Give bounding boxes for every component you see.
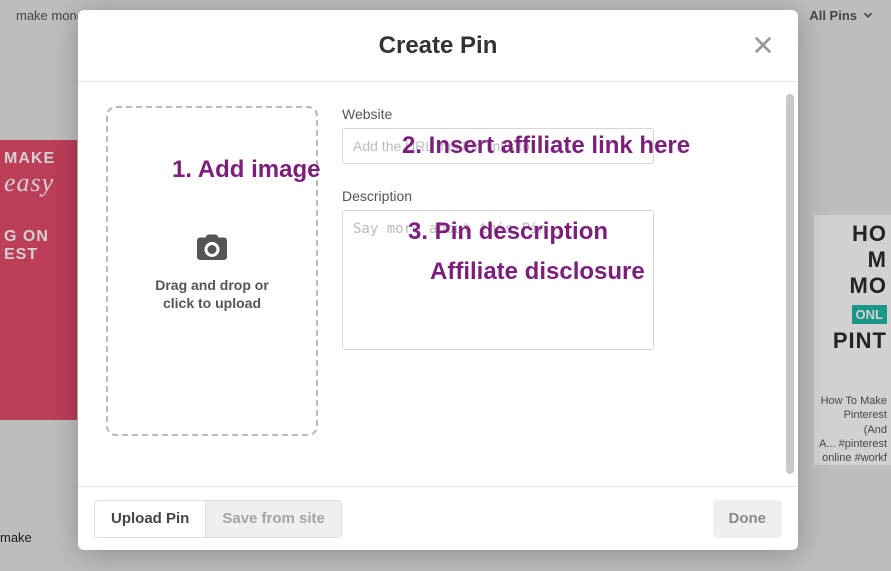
modal-body: Drag and drop or click to upload Website… (78, 82, 798, 486)
dropzone-text: Drag and drop or click to upload (155, 276, 269, 312)
upload-dropzone[interactable]: Drag and drop or click to upload (106, 106, 318, 436)
upload-pin-button[interactable]: Upload Pin (94, 500, 206, 538)
modal-header: Create Pin (78, 10, 798, 82)
website-input[interactable] (342, 128, 654, 164)
modal-title: Create Pin (379, 32, 498, 60)
description-textarea[interactable] (342, 210, 654, 350)
camera-icon (194, 230, 230, 266)
modal-footer: Upload Pin Save from site Done (78, 486, 798, 550)
description-label: Description (342, 188, 758, 204)
create-pin-modal: Create Pin Drag and drop or click to upl… (78, 10, 798, 550)
website-label: Website (342, 106, 758, 122)
form-fields: Website Description (342, 106, 770, 486)
close-icon (752, 34, 774, 56)
save-from-site-button: Save from site (206, 500, 342, 538)
done-button[interactable]: Done (713, 500, 783, 538)
close-button[interactable] (746, 28, 780, 62)
